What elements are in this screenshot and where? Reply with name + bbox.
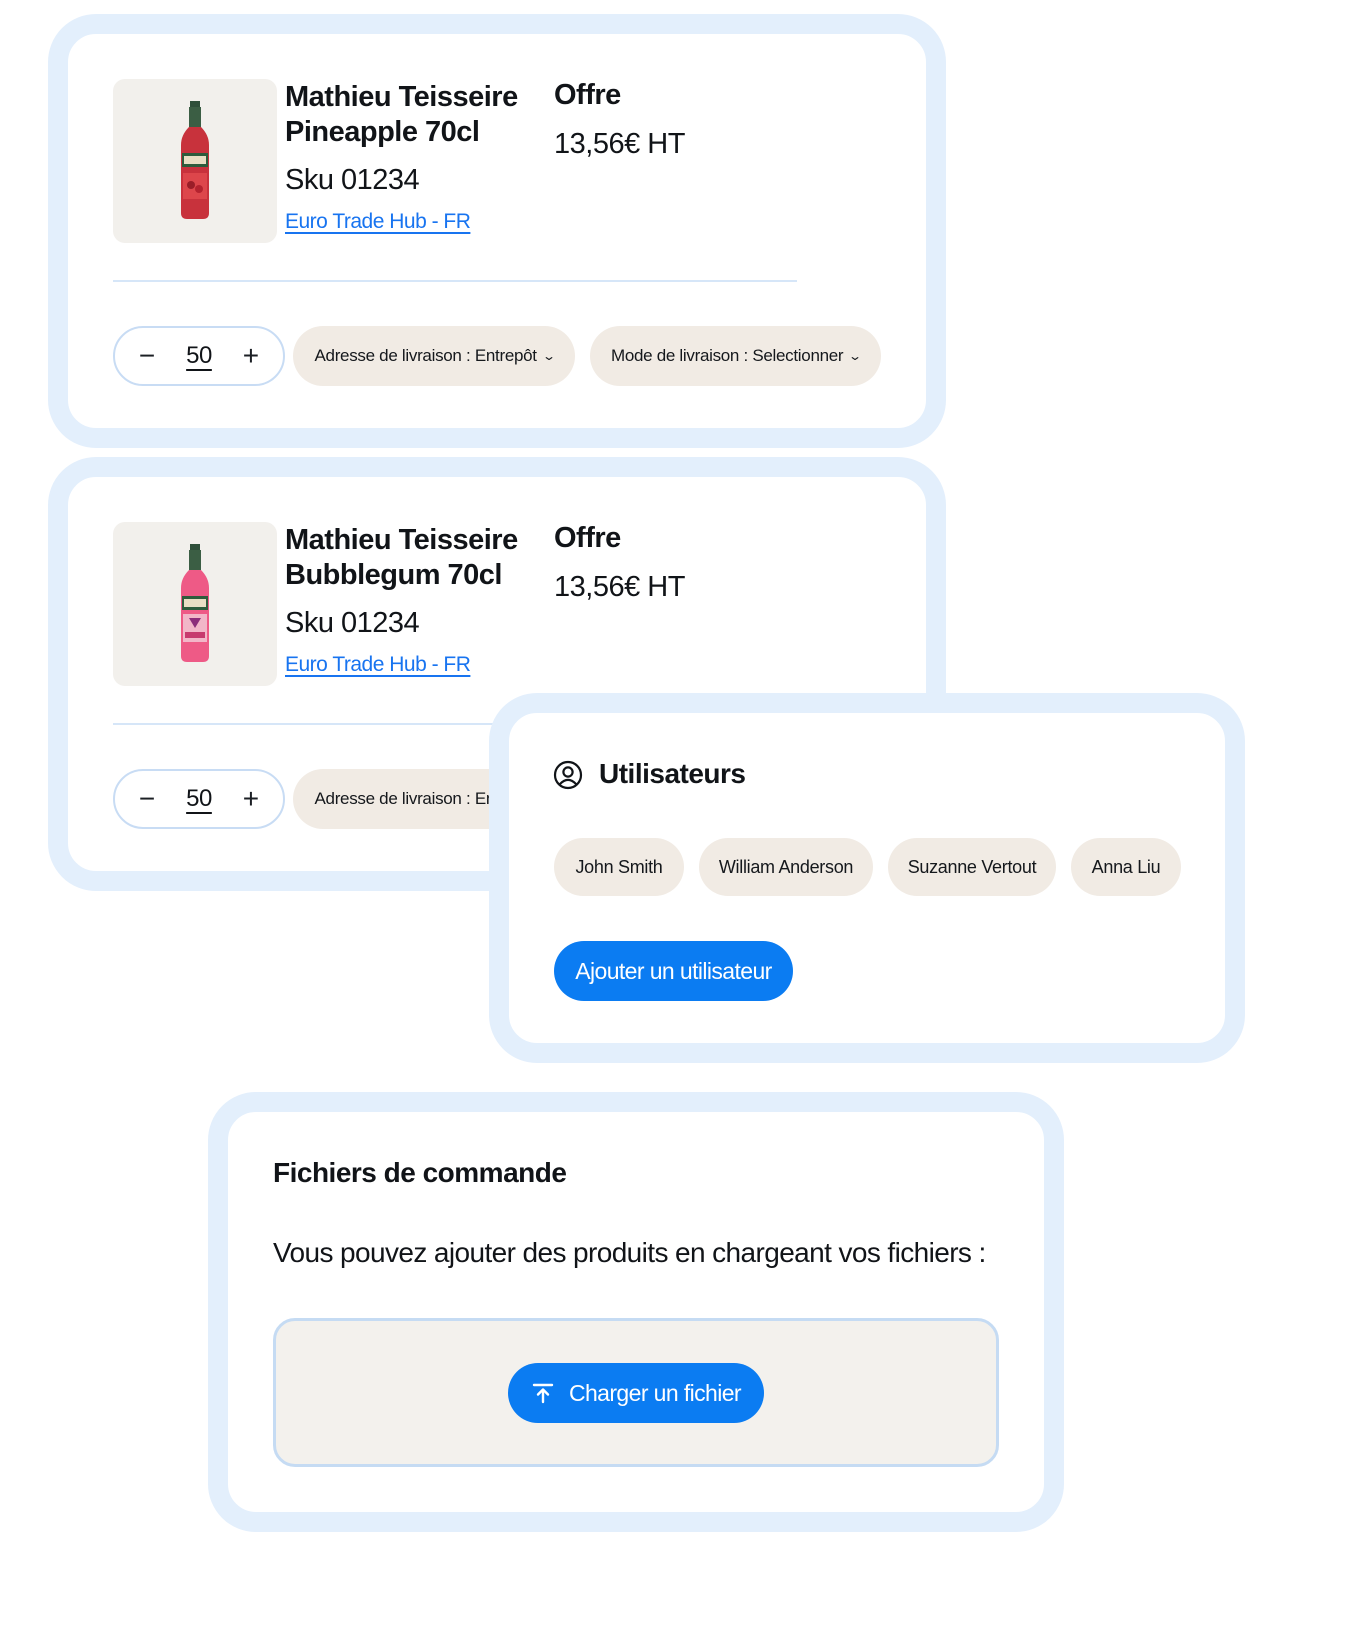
quantity-value[interactable]: 50 — [186, 342, 212, 370]
user-chip[interactable]: William Anderson — [699, 838, 873, 896]
user-chip-label: Anna Liu — [1091, 856, 1161, 877]
product-image[interactable] — [113, 79, 277, 243]
offer-price: 13,56€ HT — [554, 128, 685, 160]
seller-link[interactable]: Euro Trade Hub - FR — [285, 653, 471, 677]
upload-file-label: Charger un fichier — [568, 1379, 742, 1406]
user-chip[interactable]: Anna Liu — [1071, 838, 1181, 896]
user-circle-icon — [553, 760, 583, 790]
offer-label: Offre — [554, 522, 621, 554]
product-sku: Sku 01234 — [285, 607, 420, 639]
delivery-mode-label: Mode de livraison : Selectionner — [610, 346, 844, 365]
product-name-line2: Pineapple 70cl — [285, 116, 480, 148]
user-chip-label: John Smith — [575, 856, 663, 877]
users-title: Utilisateurs — [599, 758, 746, 789]
bottle-icon — [181, 544, 209, 662]
users-card: Utilisateurs John Smith William Anderson… — [489, 693, 1245, 1063]
files-title: Fichiers de commande — [273, 1157, 567, 1188]
product-image[interactable] — [113, 522, 277, 686]
order-files-card: Fichiers de commande Vous pouvez ajouter… — [208, 1092, 1064, 1532]
increment-button[interactable]: + — [241, 342, 261, 370]
user-chip-label: William Anderson — [718, 856, 854, 877]
user-chip[interactable]: John Smith — [554, 838, 684, 896]
seller-link[interactable]: Euro Trade Hub - FR — [285, 210, 471, 234]
quantity-value[interactable]: 50 — [186, 785, 212, 813]
product-name-line2: Bubblegum 70cl — [285, 559, 503, 591]
product-name-line1: Mathieu Teisseire — [285, 524, 518, 556]
upload-file-button[interactable]: Charger un fichier — [508, 1363, 764, 1423]
add-user-button[interactable]: Ajouter un utilisateur — [554, 941, 793, 1001]
upload-icon — [532, 1383, 554, 1404]
file-dropzone[interactable]: Charger un fichier — [273, 1318, 999, 1467]
chevron-down-icon: ⌄ — [848, 349, 862, 363]
user-chip-label: Suzanne Vertout — [907, 856, 1037, 877]
delivery-address-label: Adresse de livraison : Entrepôt — [314, 346, 538, 365]
product-card-1: Mathieu Teisseire Pineapple 70cl Sku 012… — [48, 14, 946, 448]
offer-price: 13,56€ HT — [554, 571, 685, 603]
decrement-button[interactable]: − — [137, 785, 157, 813]
increment-button[interactable]: + — [241, 785, 261, 813]
user-chip[interactable]: Suzanne Vertout — [888, 838, 1056, 896]
delivery-mode-dropdown[interactable]: Mode de livraison : Selectionner ⌄ — [590, 326, 881, 386]
offer-label: Offre — [554, 79, 621, 111]
decrement-button[interactable]: − — [137, 342, 157, 370]
quantity-stepper: − 50 + — [113, 769, 285, 829]
bottle-icon — [181, 101, 209, 219]
product-sku: Sku 01234 — [285, 164, 420, 196]
quantity-stepper: − 50 + — [113, 326, 285, 386]
product-name-line1: Mathieu Teisseire — [285, 81, 518, 113]
chevron-down-icon: ⌄ — [541, 349, 556, 363]
divider — [113, 280, 797, 282]
files-description: Vous pouvez ajouter des produits en char… — [273, 1237, 986, 1268]
delivery-address-dropdown[interactable]: Adresse de livraison : Entrepôt ⌄ — [293, 326, 575, 386]
add-user-label: Ajouter un utilisateur — [575, 957, 772, 984]
